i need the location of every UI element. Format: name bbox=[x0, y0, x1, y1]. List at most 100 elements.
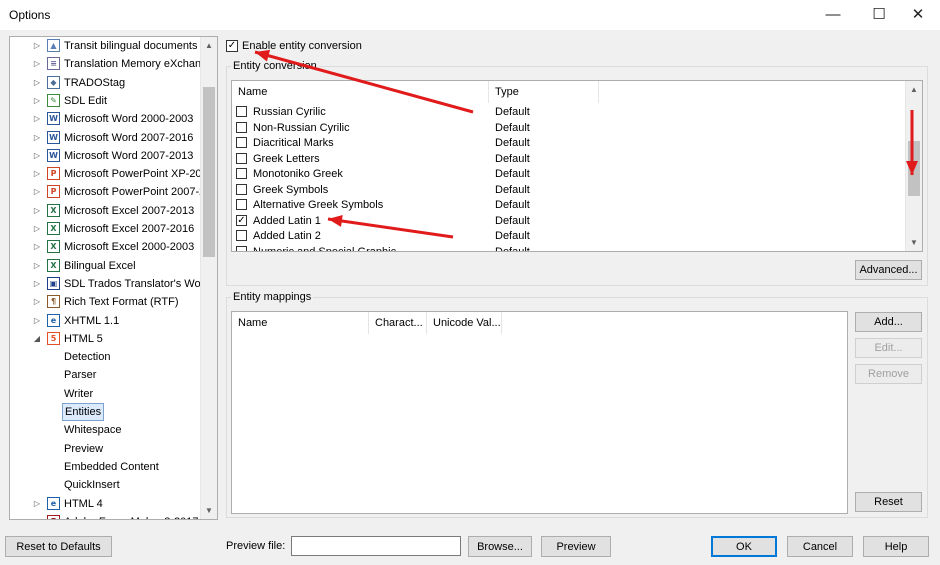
edit-mapping-button[interactable]: Edit... bbox=[855, 338, 922, 358]
tree-item[interactable]: ▷ W Microsoft Word 2007-2016 bbox=[10, 129, 200, 147]
list-item[interactable]: ✓ Added Latin 1 Default bbox=[232, 214, 902, 229]
tree-item[interactable]: ▷ X Microsoft Excel 2007-2016 bbox=[10, 220, 200, 238]
collapsed-arrow-icon[interactable]: ▷ bbox=[32, 147, 42, 165]
entity-mappings-list[interactable]: Name Charact... Unicode Val... bbox=[231, 311, 848, 514]
column-header-mapping-name[interactable]: Name bbox=[232, 312, 369, 334]
close-button[interactable]: ✕ bbox=[895, 0, 940, 30]
tree-item-label: Rich Text Format (RTF) bbox=[64, 296, 179, 309]
tree-scroll-thumb[interactable] bbox=[203, 87, 215, 257]
tree-child-detection[interactable]: Detection bbox=[64, 348, 110, 366]
tree-item[interactable]: ▷ W Microsoft Word 2007-2013 bbox=[10, 147, 200, 165]
entity-checkbox[interactable] bbox=[236, 183, 247, 195]
collapsed-arrow-icon[interactable]: ▷ bbox=[32, 220, 42, 238]
minimize-button[interactable]: — bbox=[810, 0, 856, 30]
column-header-type[interactable]: Type bbox=[489, 81, 599, 103]
conversion-scroll-thumb[interactable] bbox=[908, 141, 920, 196]
entity-checkbox[interactable] bbox=[236, 199, 247, 210]
list-item[interactable]: Greek Symbols Default bbox=[232, 183, 902, 198]
collapsed-arrow-icon[interactable]: ▷ bbox=[32, 129, 42, 147]
list-item[interactable]: Monotoniko Greek Default bbox=[232, 167, 902, 182]
tree-item-label: Transit bilingual documents bbox=[64, 40, 198, 52]
tree-child-whitespace[interactable]: Whitespace bbox=[64, 421, 121, 439]
tree-child-writer[interactable]: Writer bbox=[64, 385, 93, 403]
collapsed-arrow-icon[interactable]: ▷ bbox=[32, 275, 42, 293]
collapsed-arrow-icon[interactable]: ▷ bbox=[32, 312, 42, 330]
help-button[interactable]: Help bbox=[863, 536, 929, 557]
collapsed-arrow-icon[interactable]: ▷ bbox=[32, 495, 42, 513]
tree-item[interactable]: ▷ X Bilingual Excel bbox=[10, 257, 200, 275]
tree-child-quickinsert[interactable]: QuickInsert bbox=[64, 476, 120, 494]
conversion-scrollbar[interactable]: ▲ ▼ bbox=[905, 81, 922, 251]
column-header-unicode-value[interactable]: Unicode Val... bbox=[427, 312, 502, 334]
tree-item[interactable]: ▷ ▣ SDL Trados Translator's Work bbox=[10, 275, 210, 293]
entity-checkbox[interactable]: ✓ bbox=[236, 214, 247, 226]
expanded-arrow-icon[interactable]: ◢ bbox=[32, 330, 42, 348]
tree-item[interactable]: ▷ ✎ SDL Edit bbox=[10, 92, 200, 110]
collapsed-arrow-icon[interactable]: ▷ bbox=[32, 257, 42, 275]
collapsed-arrow-icon[interactable]: ▷ bbox=[32, 110, 42, 128]
entity-checkbox[interactable] bbox=[236, 106, 247, 117]
entity-checkbox[interactable] bbox=[236, 230, 247, 241]
options-tree[interactable]: ▷ ▲ Transit bilingual documents ▷ ≡ Translati… bbox=[9, 36, 218, 520]
reset-to-defaults-button[interactable]: Reset to Defaults bbox=[5, 536, 112, 557]
tree-item[interactable]: ▷ ▲ Transit bilingual documents bbox=[10, 37, 200, 55]
entity-conversion-list[interactable]: Name Type Russian Cyrilic Default Non-Russ… bbox=[231, 80, 923, 252]
cancel-button[interactable]: Cancel bbox=[787, 536, 853, 557]
tree-item[interactable]: ▷ X Microsoft Excel 2000-2003 bbox=[10, 238, 200, 256]
preview-file-input[interactable] bbox=[291, 536, 461, 556]
scroll-up-icon[interactable]: ▲ bbox=[201, 37, 217, 54]
list-item[interactable]: Numeric and Special Graphic Default bbox=[232, 245, 902, 251]
tree-item[interactable]: ▷ F Adobe FrameMaker 8-2017 bbox=[10, 513, 200, 519]
list-item[interactable]: Greek Letters Default bbox=[232, 152, 902, 167]
tree-child-preview[interactable]: Preview bbox=[64, 440, 103, 458]
collapsed-arrow-icon[interactable]: ▷ bbox=[32, 202, 42, 220]
advanced-button[interactable]: Advanced... bbox=[855, 260, 922, 280]
column-header-character[interactable]: Charact... bbox=[369, 312, 427, 334]
tree-item[interactable]: ▷ X Microsoft Excel 2007-2013 bbox=[10, 202, 200, 220]
entity-checkbox[interactable] bbox=[236, 168, 247, 179]
collapsed-arrow-icon[interactable]: ▷ bbox=[32, 165, 42, 183]
remove-mapping-button[interactable]: Remove bbox=[855, 364, 922, 384]
collapsed-arrow-icon[interactable]: ▷ bbox=[32, 37, 42, 55]
list-item[interactable]: Alternative Greek Symbols Default bbox=[232, 198, 902, 213]
collapsed-arrow-icon[interactable]: ▷ bbox=[32, 183, 42, 201]
scroll-down-icon[interactable]: ▼ bbox=[201, 502, 217, 519]
tree-item[interactable]: ▷ P Microsoft PowerPoint XP-200 bbox=[10, 165, 208, 183]
enable-entity-conversion-checkbox[interactable]: ✓ bbox=[226, 40, 238, 52]
column-header-name[interactable]: Name bbox=[232, 81, 489, 103]
ok-button[interactable]: OK bbox=[711, 536, 777, 557]
browse-button[interactable]: Browse... bbox=[468, 536, 532, 557]
tree-item[interactable]: ▷ e XHTML 1.1 bbox=[10, 312, 200, 330]
list-item[interactable]: Diacritical Marks Default bbox=[232, 136, 902, 151]
entity-checkbox[interactable] bbox=[236, 152, 247, 164]
add-mapping-button[interactable]: Add... bbox=[855, 312, 922, 332]
tree-item[interactable]: ◢ 5 HTML 5 bbox=[10, 330, 200, 348]
list-item[interactable]: Russian Cyrilic Default bbox=[232, 105, 902, 120]
collapsed-arrow-icon[interactable]: ▷ bbox=[32, 74, 42, 92]
preview-button[interactable]: Preview bbox=[541, 536, 611, 557]
entity-checkbox[interactable] bbox=[236, 121, 247, 133]
tree-item[interactable]: ▷ e HTML 4 bbox=[10, 495, 200, 513]
scroll-up-icon[interactable]: ▲ bbox=[906, 81, 922, 98]
tree-item[interactable]: ▷ W Microsoft Word 2000-2003 bbox=[10, 110, 200, 128]
entity-checkbox[interactable] bbox=[236, 137, 247, 148]
entity-checkbox[interactable] bbox=[236, 245, 247, 251]
tree-scrollbar[interactable]: ▲ ▼ bbox=[200, 37, 217, 519]
scroll-down-icon[interactable]: ▼ bbox=[906, 234, 922, 251]
collapsed-arrow-icon[interactable]: ▷ bbox=[32, 513, 42, 519]
tree-item[interactable]: ▷ ◆ TRADOStag bbox=[10, 74, 200, 92]
collapsed-arrow-icon[interactable]: ▷ bbox=[32, 238, 42, 256]
collapsed-arrow-icon[interactable]: ▷ bbox=[32, 55, 42, 73]
tree-item[interactable]: ▷ ¶ Rich Text Format (RTF) bbox=[10, 293, 200, 311]
tree-child-entities[interactable]: Entities bbox=[62, 403, 105, 421]
tree-item[interactable]: ▷ ≡ Translation Memory eXchang bbox=[10, 55, 207, 73]
tree-child-embedded-content[interactable]: Embedded Content bbox=[64, 458, 159, 476]
collapsed-arrow-icon[interactable]: ▷ bbox=[32, 293, 42, 311]
reset-mappings-button[interactable]: Reset bbox=[855, 492, 922, 512]
tree-item[interactable]: ▷ P Microsoft PowerPoint 2007-2 bbox=[10, 183, 205, 201]
collapsed-arrow-icon[interactable]: ▷ bbox=[32, 92, 42, 110]
list-item[interactable]: Non-Russian Cyrilic Default bbox=[232, 121, 902, 136]
entity-type: Default bbox=[495, 106, 530, 118]
list-item[interactable]: Added Latin 2 Default bbox=[232, 229, 902, 244]
tree-child-parser[interactable]: Parser bbox=[64, 366, 96, 384]
